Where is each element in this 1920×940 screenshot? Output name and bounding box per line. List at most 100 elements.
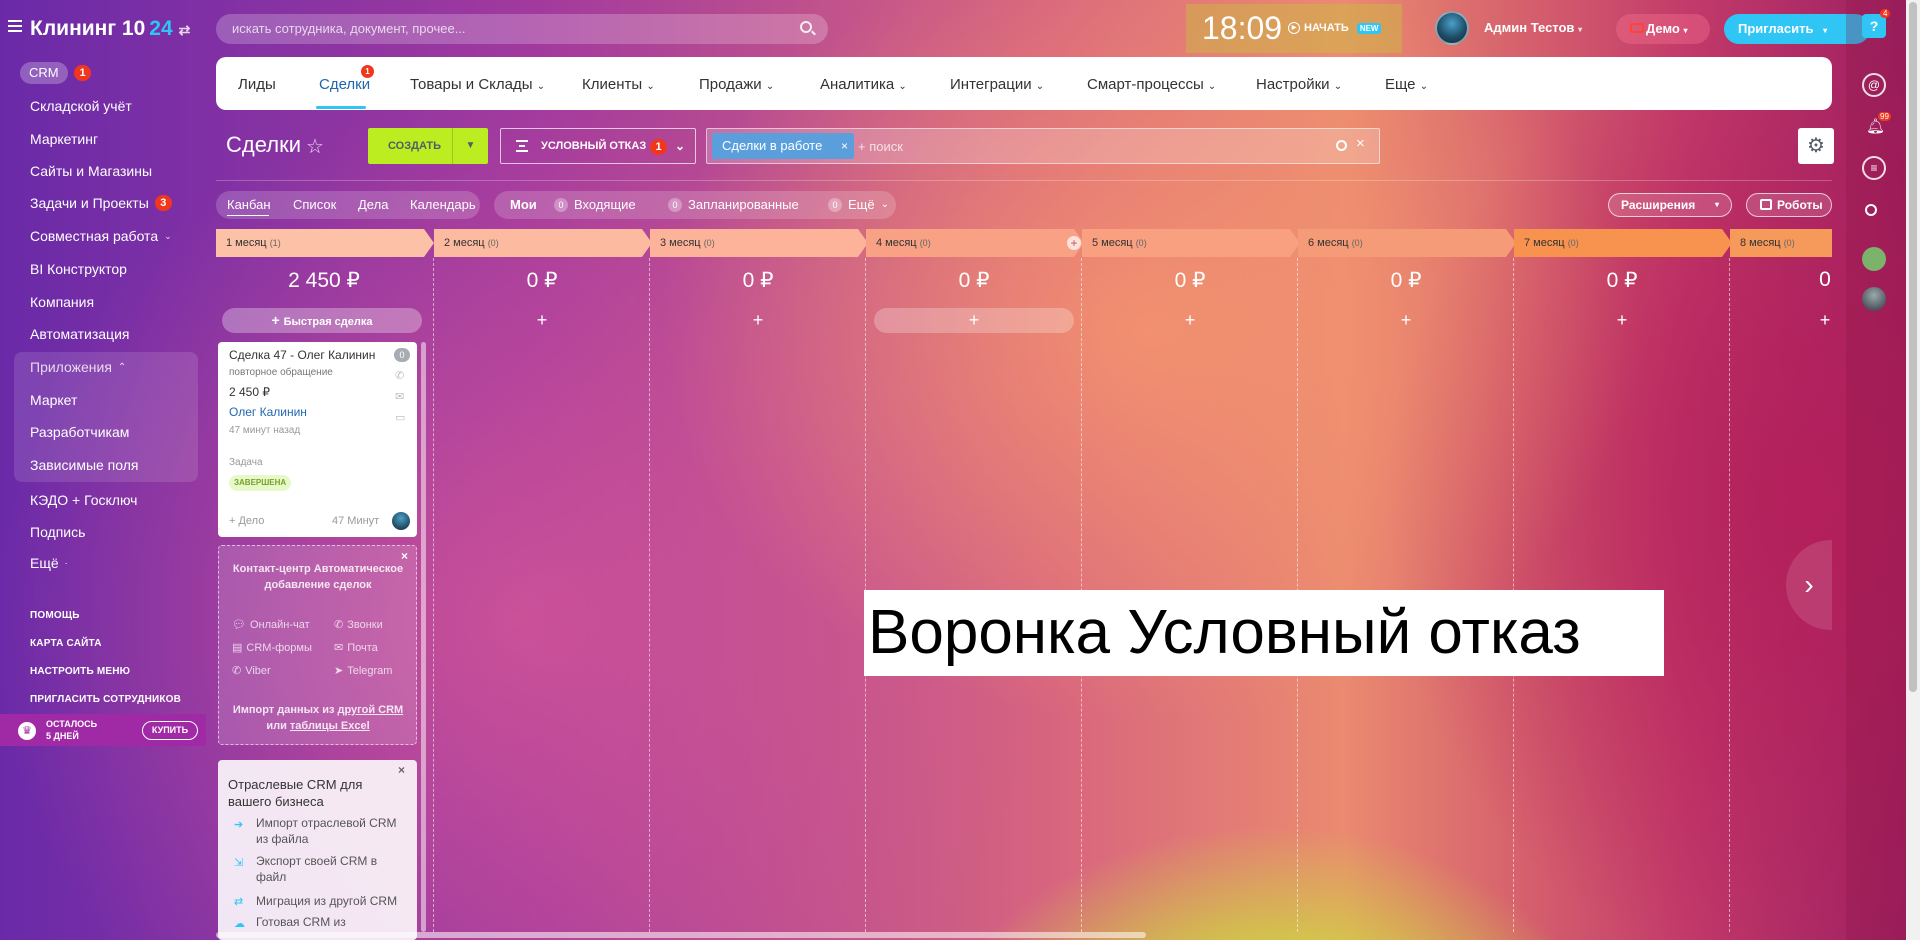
menu-icon[interactable] (8, 20, 22, 32)
deal-client-link[interactable]: Олег Калинин (229, 405, 307, 419)
add-deal-button[interactable]: + (866, 310, 1082, 331)
tab-settings[interactable]: Настройки ⌄ (1256, 76, 1342, 93)
channel-calls[interactable]: ✆ Звонки (334, 618, 383, 632)
chat-icon[interactable]: ≡ (1862, 156, 1886, 180)
chevron-right-icon[interactable]: › (1786, 540, 1832, 630)
stage-header-4[interactable]: 4 месяц (0) (866, 229, 1084, 257)
phone-icon[interactable]: ✆ (395, 369, 409, 382)
deal-avatar[interactable] (392, 512, 410, 530)
close-icon[interactable]: × (398, 763, 405, 777)
stage-header-5[interactable]: 5 месяц (0) (1082, 229, 1300, 257)
view-calendar[interactable]: Календарь (410, 197, 476, 212)
stage-header-2[interactable]: 2 месяц (0) (434, 229, 652, 257)
sidebar-item-dependent-fields[interactable]: Зависимые поля (30, 457, 139, 473)
help-link[interactable]: ПОМОЩЬ (30, 610, 80, 621)
portal-logo[interactable]: Клининг 10 24 ⇄ (30, 17, 190, 41)
tab-clients[interactable]: Клиенты ⌄ (582, 76, 655, 93)
promo-ready-item[interactable]: Готовая CRM из (256, 914, 406, 930)
sidebar-item-more[interactable]: Ещё · (30, 555, 68, 571)
chat-bubble-icon[interactable]: ▭ (395, 411, 409, 424)
sidebar-item-company[interactable]: Компания (30, 294, 94, 310)
tab-leads[interactable]: Лиды (238, 76, 276, 93)
channel-online-chat[interactable]: 💬︎ Онлайн-чат (232, 618, 310, 632)
robots-button[interactable]: Роботы (1746, 193, 1832, 217)
tab-sales[interactable]: Продажи ⌄ (699, 76, 774, 93)
star-icon[interactable]: ☆ (306, 134, 324, 159)
scrollbar-thumb[interactable] (1909, 2, 1917, 692)
configure-menu-link[interactable]: НАСТРОИТЬ МЕНЮ (30, 666, 130, 677)
other-crm-link[interactable]: другой CRM (337, 704, 403, 716)
sidebar-item-warehouse[interactable]: Складской учёт (30, 98, 132, 114)
sidebar-item-kedo[interactable]: КЭДО + Госключ (30, 492, 137, 508)
create-dropdown-button[interactable]: ▼ (452, 128, 488, 164)
mine-filter[interactable]: Мои (510, 197, 537, 212)
sidebar-item-bi[interactable]: BI Конструктор (30, 261, 127, 277)
column-scrollbar[interactable] (421, 342, 426, 932)
start-workday-button[interactable]: ▶ НАЧАТЬ NEW (1288, 22, 1382, 34)
search-input[interactable]: искать сотрудника, документ, прочее... (216, 14, 828, 44)
stage-header-3[interactable]: 3 месяц (0) (650, 229, 868, 257)
promo-export-item[interactable]: Экспорт своей CRM в файл (256, 853, 406, 885)
add-stage-icon[interactable]: + (1067, 236, 1081, 250)
stage-header-1[interactable]: 1 месяц (1) (216, 229, 434, 257)
user-menu[interactable]: Админ Тестов ▾ (1484, 20, 1582, 35)
channel-telegram[interactable]: ➤ Telegram (334, 664, 392, 678)
switch-icon[interactable]: ⇄ (179, 22, 191, 39)
avatar[interactable] (1435, 11, 1469, 45)
add-deal-button[interactable]: + (1298, 310, 1514, 331)
sidebar-item-tasks[interactable]: Задачи и Проекты 3 (30, 195, 172, 211)
tab-smart-processes[interactable]: Смарт-процессы ⌄ (1087, 76, 1216, 93)
sidebar-item-crm[interactable]: CRM (20, 62, 68, 84)
sidebar-item-sign[interactable]: Подпись (30, 524, 85, 540)
search-icon[interactable] (800, 21, 812, 33)
filter-search-placeholder[interactable]: + поиск (858, 139, 903, 154)
extensions-button[interactable]: Расширения ▾ (1608, 193, 1732, 217)
deal-title[interactable]: Сделка 47 - Олег Калинин (229, 348, 375, 362)
clear-icon[interactable]: × (1356, 135, 1365, 152)
stage-header-7[interactable]: 7 месяц (0) (1514, 229, 1732, 257)
channel-crm-forms[interactable]: ▤ CRM-формы (232, 641, 312, 655)
sitemap-link[interactable]: КАРТА САЙТА (30, 638, 102, 649)
add-activity-button[interactable]: + Дело (229, 515, 264, 527)
close-icon[interactable]: × (841, 133, 848, 159)
sidebar-item-automation[interactable]: Автоматизация (30, 326, 129, 342)
horizontal-scrollbar[interactable] (216, 932, 1146, 938)
view-kanban[interactable]: Канбан (227, 197, 271, 212)
quick-deal-button[interactable]: + Быстрая сделка (222, 308, 422, 333)
sidebar-item-sites[interactable]: Сайты и Магазины (30, 163, 152, 179)
search-icon[interactable] (1336, 140, 1347, 151)
buy-button[interactable]: КУПИТЬ (142, 721, 198, 740)
add-deal-button[interactable]: + (1082, 310, 1298, 331)
mail-icon[interactable]: ✉ (395, 390, 409, 403)
counter-planned[interactable]: 0 Запланированные (668, 197, 799, 212)
sidebar-item-apps[interactable]: Приложения ⌃ (30, 359, 126, 375)
channel-viber[interactable]: ✆ Viber (232, 664, 271, 678)
tab-analytics[interactable]: Аналитика ⌄ (820, 76, 907, 93)
view-activities[interactable]: Дела (358, 197, 388, 212)
sidebar-item-collab[interactable]: Совместная работа ⌄ (30, 228, 172, 244)
sidebar-item-developers[interactable]: Разработчикам (30, 424, 129, 440)
tab-integrations[interactable]: Интеграции ⌄ (950, 76, 1044, 93)
invite-employees-link[interactable]: ПРИГЛАСИТЬ СОТРУДНИКОВ (30, 694, 181, 705)
stage-header-8[interactable]: 8 месяц (0) (1730, 229, 1832, 257)
sidebar-item-market[interactable]: Маркет (30, 392, 77, 408)
promo-import-item[interactable]: Импорт отраслевой CRM из файла (256, 815, 406, 847)
counter-incoming[interactable]: 0 Входящие (554, 197, 636, 212)
counter-more[interactable]: 0 Ещё ⌄ (828, 197, 889, 212)
rail-search-icon[interactable] (1865, 204, 1877, 216)
tab-products[interactable]: Товары и Склады ⌄ (410, 76, 545, 93)
tab-more[interactable]: Еще ⌄ (1385, 76, 1428, 93)
channel-mail[interactable]: ✉ Почта (334, 641, 378, 655)
view-list[interactable]: Список (293, 197, 336, 212)
copilot-icon[interactable]: @ (1862, 73, 1886, 97)
add-deal-button[interactable]: + (1514, 310, 1730, 331)
add-deal-button[interactable]: + (1730, 310, 1920, 331)
tab-deals[interactable]: Сделки (319, 76, 370, 93)
promo-migration-item[interactable]: Миграция из другой CRM (256, 893, 406, 909)
sidebar-item-marketing[interactable]: Маркетинг (30, 131, 98, 147)
add-deal-button[interactable]: + (650, 310, 866, 331)
filter-chip[interactable]: Сделки в работе × (712, 133, 854, 159)
gear-icon[interactable]: ⚙ (1798, 128, 1834, 164)
stage-header-6[interactable]: 6 месяц (0) (1298, 229, 1516, 257)
add-deal-button[interactable]: + (434, 310, 650, 331)
